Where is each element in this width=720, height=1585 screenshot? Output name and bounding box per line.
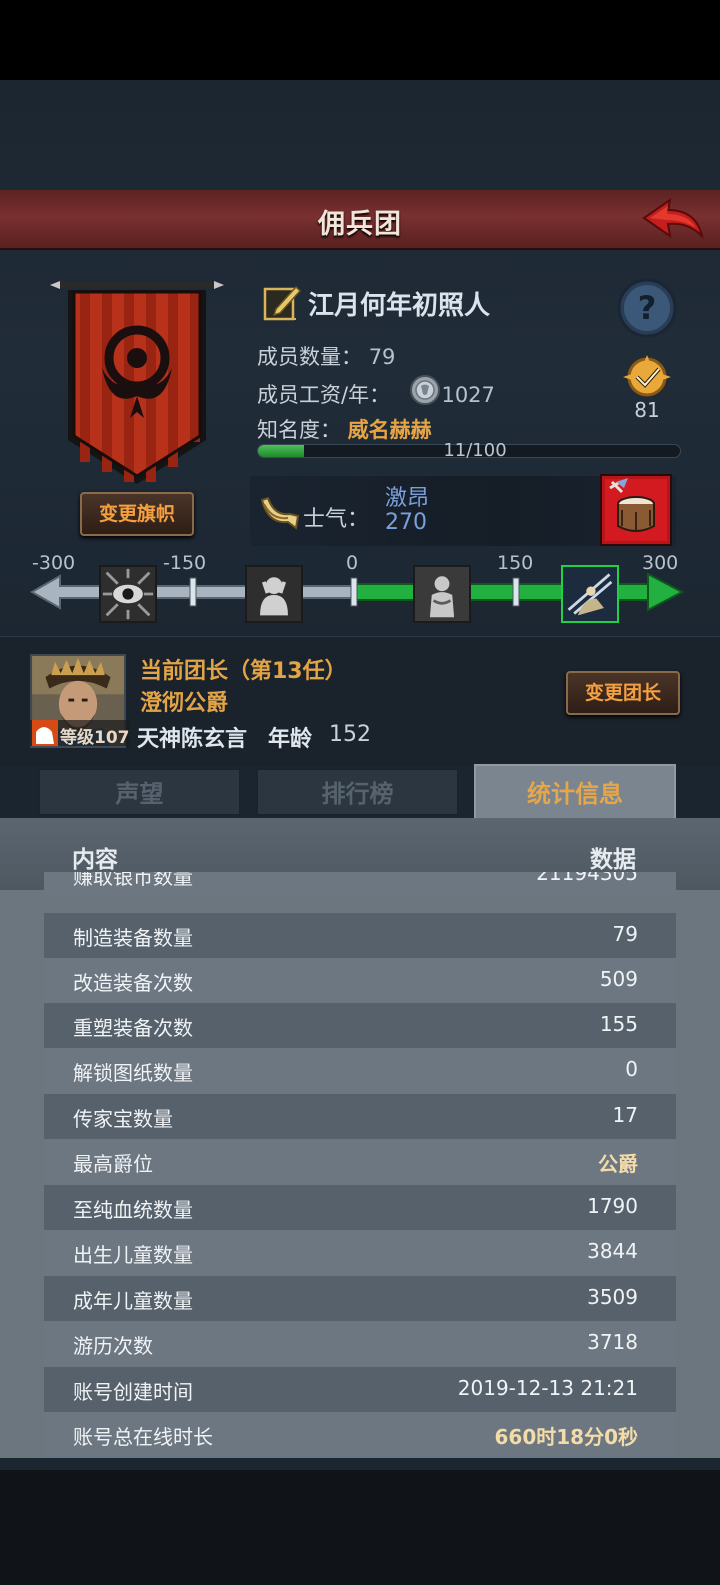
- row-value: 660时18分0秒: [494, 1425, 639, 1449]
- members-value: 79: [368, 345, 396, 369]
- table-row: 改造装备次数 509: [44, 958, 676, 1003]
- tab-reputation[interactable]: 声望: [38, 768, 241, 816]
- salary-label: 成员工资/年：: [257, 383, 391, 407]
- table-row: 制造装备数量 79: [44, 913, 676, 958]
- status-bar: [0, 0, 720, 80]
- table-row: 传家宝数量 17: [44, 1094, 676, 1139]
- back-arrow-icon[interactable]: [640, 196, 706, 244]
- fear-figure-icon[interactable]: [245, 565, 303, 623]
- change-leader-button[interactable]: 变更团长: [566, 671, 680, 715]
- fame-progress-fill: [258, 445, 305, 457]
- leader-level: 等级107: [60, 728, 130, 748]
- row-value: 509: [599, 967, 638, 991]
- table-row: 成年儿童数量 3509: [44, 1276, 676, 1321]
- row-value: 21194305: [536, 872, 638, 885]
- silver-coin-icon: [410, 375, 440, 405]
- calm-figure-icon[interactable]: [413, 565, 471, 623]
- help-icon[interactable]: ?: [616, 277, 678, 339]
- salary-value: 1027: [441, 383, 495, 407]
- horn-icon: [260, 496, 300, 530]
- table-row: 赚取银币数量 21194305: [44, 872, 676, 897]
- scale-label-zero: 0: [346, 552, 359, 574]
- leader-heading: 当前团长（第13任）: [140, 659, 347, 684]
- row-key: 制造装备数量: [73, 926, 193, 950]
- scale-label-pos: 150: [497, 552, 534, 574]
- morale-state: 激昂: [385, 486, 430, 511]
- svg-text:?: ?: [638, 289, 657, 327]
- table-row: 游历次数 3718: [44, 1321, 676, 1366]
- row-value: 79: [612, 922, 638, 946]
- row-value: 155: [599, 1012, 638, 1036]
- row-key: 改造装备次数: [73, 971, 193, 995]
- scale-label-max: 300: [642, 552, 679, 574]
- column-header-content: 内容: [72, 847, 118, 873]
- row-value: 17: [612, 1103, 638, 1127]
- row-key: 赚取银币数量: [73, 872, 193, 889]
- leader-name: 天神陈玄言: [137, 727, 248, 752]
- table-row: 重塑装备次数 155: [44, 1003, 676, 1048]
- morale-label: 士气：: [303, 507, 370, 532]
- tab-statistics[interactable]: 统计信息: [474, 764, 676, 820]
- fame-label: 知名度：: [257, 418, 341, 442]
- row-key: 传家宝数量: [73, 1107, 173, 1131]
- guild-banner: [50, 281, 224, 484]
- row-key: 账号创建时间: [73, 1380, 193, 1404]
- leader-age-label: 年龄: [268, 727, 313, 752]
- row-value: 2019-12-13 21:21: [457, 1376, 638, 1400]
- stats-rows[interactable]: 赚取银币数量 21194305 制造装备数量 79 改造装备次数 509 重塑装…: [44, 872, 676, 1458]
- leader-age: 152: [329, 722, 371, 747]
- row-key: 最高爵位: [73, 1152, 153, 1176]
- morale-value: 270: [385, 510, 427, 535]
- quest-badge-icon[interactable]: [615, 353, 679, 403]
- salary-row: 成员工资/年： 1027: [257, 379, 495, 409]
- guild-name: 江月何年初照人: [308, 291, 491, 321]
- scale-label-min: -300: [32, 552, 76, 574]
- edit-name-icon[interactable]: [262, 283, 302, 323]
- row-value: 1790: [587, 1194, 638, 1218]
- war-drum-icon[interactable]: [600, 474, 672, 546]
- quest-count: 81: [634, 398, 660, 422]
- row-key: 游历次数: [73, 1334, 153, 1358]
- bottom-bar: [0, 1470, 720, 1585]
- table-row: 账号总在线时长 660时18分0秒: [44, 1412, 676, 1457]
- table-row: 至纯血统数量 1790: [44, 1185, 676, 1230]
- header: 佣兵团: [0, 190, 720, 250]
- row-key: 至纯血统数量: [73, 1198, 193, 1222]
- members-row: 成员数量： 79: [257, 341, 395, 371]
- row-value: 3718: [587, 1330, 638, 1354]
- table-row: 账号创建时间 2019-12-13 21:21: [44, 1367, 676, 1412]
- members-label: 成员数量：: [257, 345, 362, 369]
- row-value: 公爵: [598, 1152, 638, 1176]
- page-title: 佣兵团: [318, 209, 402, 240]
- despair-eye-icon[interactable]: [99, 565, 157, 623]
- row-value: 3509: [587, 1285, 638, 1309]
- table-row: 解锁图纸数量 0: [44, 1048, 676, 1093]
- row-key: 解锁图纸数量: [73, 1061, 193, 1085]
- column-header-data: 数据: [590, 847, 636, 873]
- table-row: 最高爵位 公爵: [44, 1139, 676, 1184]
- row-value: 3844: [587, 1239, 638, 1263]
- inspired-charge-icon[interactable]: [561, 565, 619, 623]
- row-key: 重塑装备次数: [73, 1016, 193, 1040]
- fame-value: 威名赫赫: [347, 418, 432, 442]
- tab-leaderboard[interactable]: 排行榜: [256, 768, 459, 816]
- table-row: 出生儿童数量 3844: [44, 1230, 676, 1275]
- row-value: 0: [625, 1057, 638, 1081]
- row-key: 成年儿童数量: [73, 1289, 193, 1313]
- row-key: 账号总在线时长: [73, 1425, 213, 1449]
- scale-label-neg: -150: [163, 552, 207, 574]
- change-banner-button[interactable]: 变更旗帜: [80, 492, 194, 536]
- leader-title: 澄彻公爵: [140, 691, 229, 716]
- row-key: 出生儿童数量: [73, 1243, 193, 1267]
- fame-progress-text: 11/100: [443, 440, 507, 461]
